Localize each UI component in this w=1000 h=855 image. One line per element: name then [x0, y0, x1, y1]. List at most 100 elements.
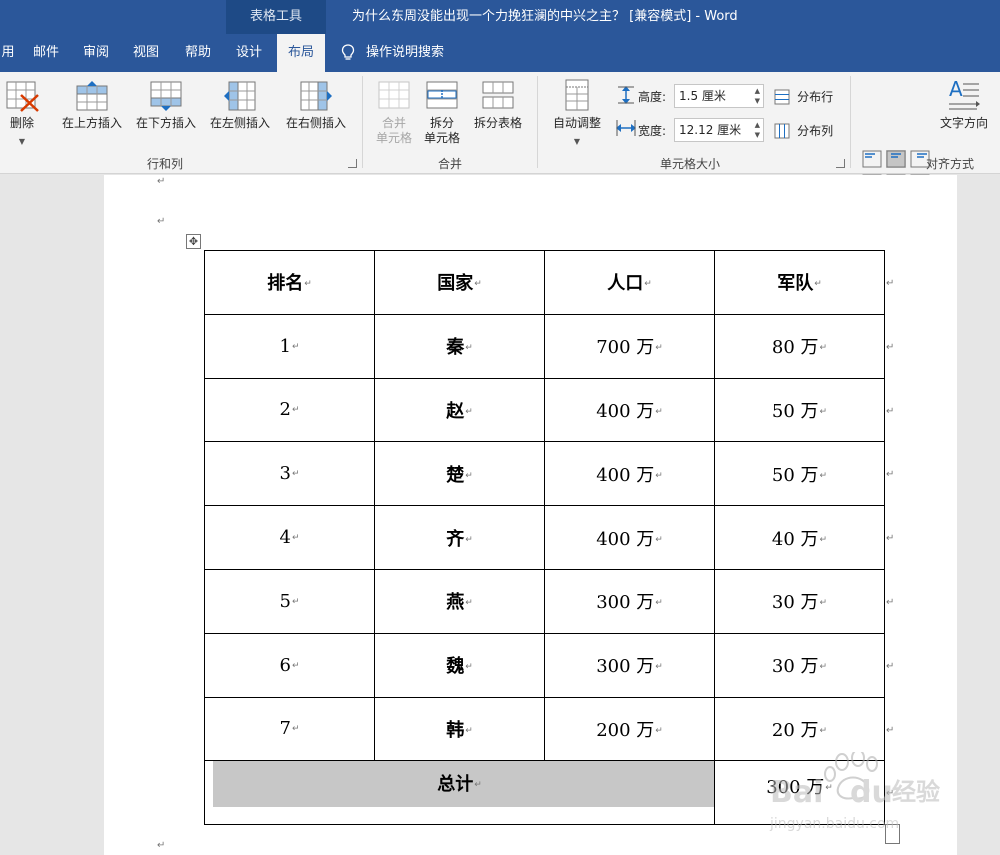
table-row: 4↵ 齐↵ 400 万↵ 40 万↵	[204, 505, 885, 570]
table-cell[interactable]: 80 万↵	[714, 313, 885, 379]
cell-end-mark: ↵	[304, 279, 312, 290]
cell-end-mark: ↵	[655, 343, 663, 354]
insert-row-below-icon	[150, 81, 182, 111]
table-cell[interactable]: 魏↵	[374, 632, 545, 698]
align-cell-top-center-icon[interactable]	[886, 150, 906, 168]
cell-end-mark: ↵	[655, 406, 663, 417]
table-cell[interactable]: 韩↵	[374, 696, 545, 762]
table-cell[interactable]: 秦↵	[374, 313, 545, 379]
cell-text: 1	[279, 335, 291, 357]
table-cell[interactable]: 50 万↵	[714, 441, 885, 507]
cell-end-mark: ↵	[291, 405, 300, 416]
tell-me-search[interactable]: 操作说明搜索	[366, 34, 444, 72]
group-label-alignment: 对齐方式	[925, 157, 974, 171]
tab-layout[interactable]: 布局	[277, 34, 325, 72]
distribute-rows-button[interactable]: 分布行	[774, 86, 833, 105]
lightbulb-icon[interactable]	[340, 44, 356, 62]
cell-text: 5	[279, 590, 291, 612]
table-cell[interactable]: 楚↵	[374, 441, 545, 507]
table-cell[interactable]: 2↵	[204, 377, 375, 443]
paragraph-mark: ↵	[157, 176, 166, 187]
table-cell[interactable]: 30 万↵	[714, 568, 885, 634]
data-table[interactable]: 排名↵ 国家↵ 人口↵ 军队↵ 1↵ 秦↵ 700 万↵ 80 万↵ 2↵ 赵↵ 400 万↵ 50 …	[204, 250, 885, 826]
insert-below-button[interactable]: 在下方插入	[130, 80, 202, 131]
table-cell[interactable]: 300 万↵	[544, 568, 715, 634]
split-cells-button[interactable]: 拆分 单元格	[420, 80, 464, 146]
ribbon-layout: 删除 ▼ 在上方插入 在下方插入 在左侧插入 在右侧插入 行和列 合并 单元格 …	[0, 72, 1000, 216]
align-cell-top-left-icon[interactable]	[862, 150, 882, 168]
height-value: 1.5 厘米	[679, 89, 726, 103]
table-header-cell[interactable]: 国家↵	[374, 250, 545, 315]
cell-text: 2	[279, 399, 291, 421]
text-direction-button[interactable]: A 文字方向	[934, 78, 994, 131]
cell-text: 3	[279, 463, 291, 485]
table-header-cell[interactable]: 军队↵	[714, 250, 885, 315]
rows-cols-launcher-icon[interactable]	[348, 159, 357, 168]
cell-size-launcher-icon[interactable]	[836, 159, 845, 168]
cell-end-mark: ↵	[819, 534, 828, 545]
tab-view[interactable]: 视图	[128, 34, 164, 72]
group-separator	[850, 76, 851, 168]
table-header-cell[interactable]: 排名↵	[204, 250, 375, 315]
width-spinner-icon[interactable]: ▲ ▼	[755, 120, 760, 140]
ribbon-tab-bar: 用 邮件 审阅 视图 帮助 设计 布局 操作说明搜索	[0, 34, 1000, 72]
tab-review[interactable]: 审阅	[78, 34, 114, 72]
svg-text:Bai: Bai	[770, 775, 823, 810]
insert-right-button[interactable]: 在右侧插入	[280, 80, 352, 131]
table-cell[interactable]: 1↵	[204, 313, 375, 379]
split-cells-label-line2: 单元格	[423, 131, 460, 145]
table-cell[interactable]: 赵↵	[374, 377, 545, 443]
table-cell[interactable]: 5↵	[204, 568, 375, 634]
document-title: 为什么东周没能出现一个力挽狂澜的中兴之主？ [兼容模式] - Word	[352, 9, 738, 24]
merge-cells-button[interactable]: 合并 单元格	[372, 80, 416, 146]
distribute-columns-button[interactable]: 分布列	[774, 120, 833, 139]
table-tools-context-tab: 表格工具	[226, 0, 326, 34]
table-cell[interactable]: 7↵	[204, 696, 375, 762]
tab-help[interactable]: 帮助	[178, 34, 218, 72]
cell-end-mark: ↵	[474, 779, 482, 790]
table-move-handle-icon[interactable]: ✥	[186, 234, 201, 249]
table-cell[interactable]: 400 万↵	[544, 505, 715, 570]
table-cell[interactable]: 400 万↵	[544, 441, 715, 507]
table-cell[interactable]: 6↵	[204, 632, 375, 698]
table-cell[interactable]: 400 万↵	[544, 377, 715, 443]
height-spinner-icon[interactable]: ▲ ▼	[755, 86, 760, 106]
insert-above-button[interactable]: 在上方插入	[56, 80, 128, 131]
autofit-button[interactable]: 自动调整 ▼	[546, 78, 608, 149]
distribute-columns-icon	[774, 123, 790, 138]
table-cell[interactable]: 50 万↵	[714, 377, 885, 443]
cell-end-mark: ↵	[644, 279, 652, 290]
table-cell[interactable]: 燕↵	[374, 568, 545, 634]
svg-text:经验: 经验	[892, 778, 940, 806]
tab-references-partial[interactable]: 用	[0, 34, 16, 72]
cell-text: 200 万	[596, 719, 655, 741]
tab-mailings[interactable]: 邮件	[28, 34, 64, 72]
cell-end-mark: ↵	[819, 406, 828, 417]
total-label-cell[interactable]: 总计↵	[204, 760, 715, 826]
tab-design[interactable]: 设计	[229, 34, 269, 72]
paragraph-mark: ↵	[157, 840, 166, 851]
split-table-button[interactable]: 拆分表格	[468, 80, 528, 131]
height-label: 高度:	[638, 90, 667, 104]
table-cell[interactable]: 700 万↵	[544, 313, 715, 379]
text-direction-icon: A	[949, 78, 980, 110]
cell-text: 40 万	[771, 528, 819, 550]
insert-above-label: 在上方插入	[61, 116, 122, 130]
cell-text: 6	[279, 654, 291, 676]
table-cell[interactable]: 40 万↵	[714, 505, 885, 570]
insert-right-label: 在右侧插入	[285, 116, 346, 130]
height-input[interactable]: 1.5 厘米 ▲ ▼	[674, 84, 764, 108]
table-cell[interactable]: 齐↵	[374, 505, 545, 570]
table-cell[interactable]: 300 万↵	[544, 632, 715, 698]
table-cell[interactable]: 4↵	[204, 505, 375, 570]
width-input[interactable]: 12.12 厘米 ▲ ▼	[674, 118, 764, 142]
table-cell[interactable]: 3↵	[204, 441, 375, 507]
table-cell[interactable]: 200 万↵	[544, 696, 715, 762]
delete-button[interactable]: 删除 ▼	[2, 80, 42, 149]
row-end-mark: ↵	[886, 341, 895, 353]
insert-left-button[interactable]: 在左侧插入	[204, 80, 276, 131]
table-cell[interactable]: 30 万↵	[714, 632, 885, 698]
row-end-mark: ↵	[886, 660, 895, 672]
autofit-dropdown-icon: ▼	[573, 137, 581, 146]
table-header-cell[interactable]: 人口↵	[544, 250, 715, 315]
